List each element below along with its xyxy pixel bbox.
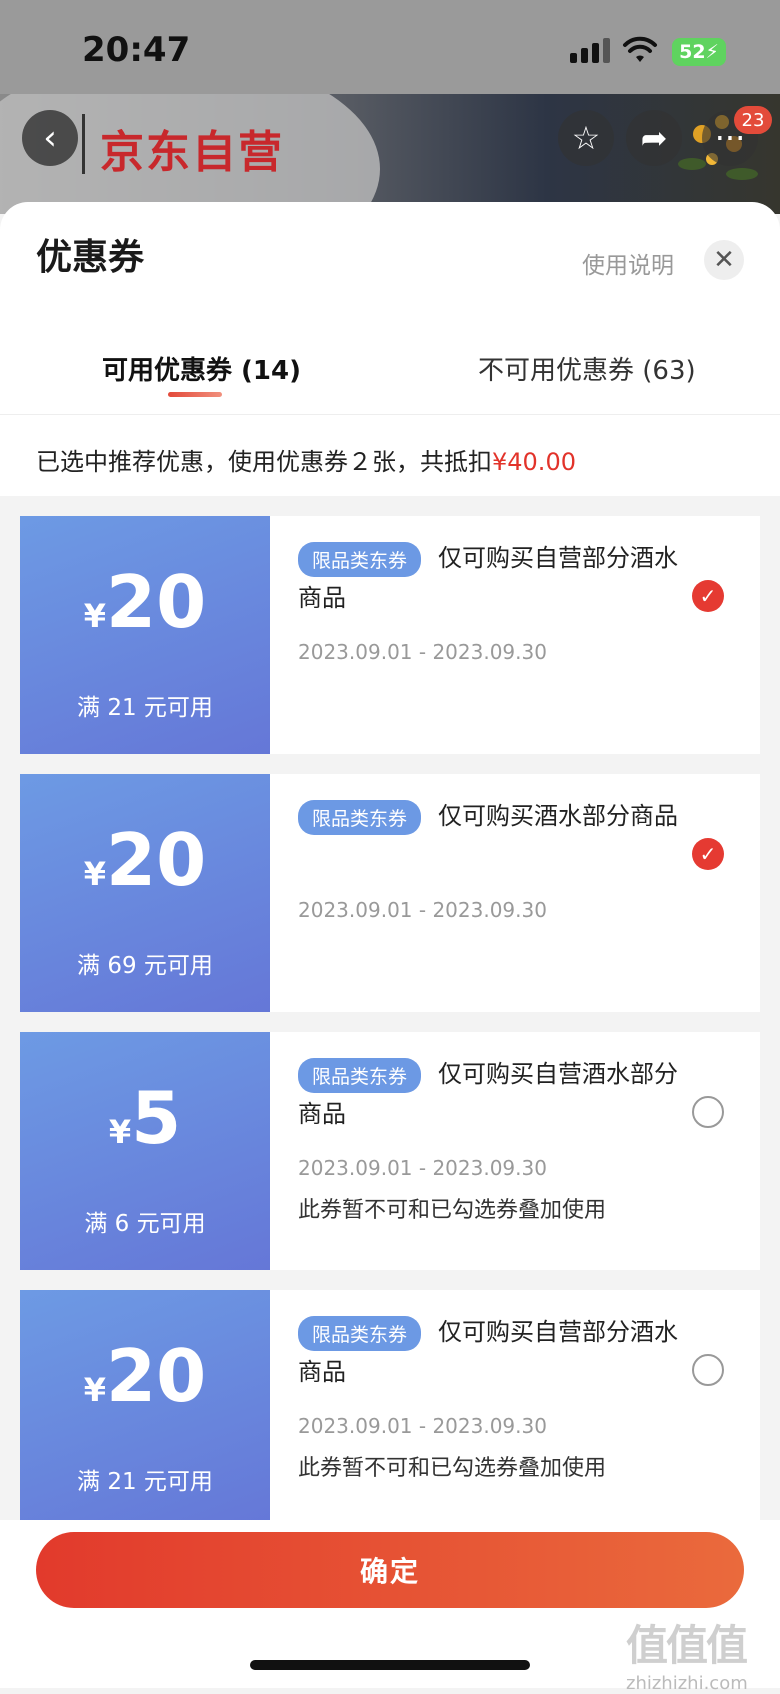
star-icon: ☆: [571, 119, 601, 157]
coupon-checkbox-checked[interactable]: ✓: [692, 838, 724, 870]
coupon-checkbox-unchecked[interactable]: [692, 1354, 724, 1386]
coupon-card[interactable]: ¥20 满 21 元可用 仅可购买自营部分酒水商品 限品类东券 2023.09.…: [16, 1290, 760, 1528]
tab-available-coupons[interactable]: 可用优惠券 (14): [102, 350, 301, 387]
store-header: ‹ 京东自营 ☆ ➦ ··· 23: [0, 94, 780, 214]
coupon-checkbox-unchecked[interactable]: [692, 1096, 724, 1128]
home-indicator[interactable]: [250, 1660, 530, 1670]
coupon-condition: 满 21 元可用: [77, 695, 213, 721]
back-button[interactable]: ‹: [22, 110, 78, 166]
coupon-details: 仅可购买酒水部分商品 限品类东券 2023.09.01 - 2023.09.30: [270, 774, 760, 1012]
coupon-validity: 2023.09.01 - 2023.09.30: [298, 898, 547, 922]
footer-bar: 确定 值值值 zhizhizhi.com: [0, 1520, 780, 1694]
store-name: 京东自营: [100, 127, 284, 178]
notification-badge: 23: [734, 106, 772, 134]
coupon-tag: 限品类东券: [298, 1316, 422, 1351]
close-button[interactable]: ✕: [704, 240, 744, 280]
currency-symbol: ¥: [83, 597, 107, 635]
currency-symbol: ¥: [108, 1113, 132, 1151]
cellular-signal-icon: [570, 38, 610, 63]
coupon-card[interactable]: ¥5 满 6 元可用 仅可购买自营酒水部分商品 限品类东券 2023.09.01…: [16, 1032, 760, 1270]
coupon-tag: 限品类东券: [298, 800, 422, 835]
checkmark-icon: ✓: [699, 842, 717, 866]
confirm-button[interactable]: 确定: [36, 1532, 744, 1608]
coupon-details: 仅可购买自营部分酒水商品 限品类东券 2023.09.01 - 2023.09.…: [270, 516, 760, 754]
coupon-amount: 5: [131, 1076, 182, 1160]
wifi-icon: [623, 36, 657, 62]
coupon-tag: 限品类东券: [298, 542, 422, 577]
chevron-left-icon: ‹: [43, 118, 57, 158]
coupon-card[interactable]: ¥20 满 21 元可用 仅可购买自营部分酒水商品 限品类东券 2023.09.…: [16, 516, 760, 754]
coupon-amount: 20: [106, 1334, 207, 1418]
coupon-value-panel: ¥20 满 69 元可用: [16, 774, 270, 1012]
summary-amount: ¥40.00: [492, 448, 576, 476]
usage-instructions-link[interactable]: 使用说明: [582, 246, 674, 280]
coupon-details: 仅可购买自营部分酒水商品 限品类东券 2023.09.01 - 2023.09.…: [270, 1290, 760, 1528]
coupon-stacking-note: 此券暂不可和已勾选券叠加使用: [298, 1456, 607, 1481]
currency-symbol: ¥: [83, 855, 107, 893]
coupon-condition: 满 21 元可用: [77, 1469, 213, 1495]
coupon-value: ¥5: [20, 1082, 270, 1154]
watermark-url: zhizhizhi.com: [626, 1673, 748, 1694]
close-icon: ✕: [713, 245, 735, 275]
header-divider: [82, 114, 85, 174]
battery-icon: 52 ⚡: [672, 38, 726, 66]
coupon-value: ¥20: [20, 1340, 270, 1412]
coupon-validity: 2023.09.01 - 2023.09.30: [298, 1156, 547, 1180]
coupon-value-panel: ¥5 满 6 元可用: [16, 1032, 270, 1270]
status-time: 20:47: [82, 30, 191, 70]
selection-summary: 已选中推荐优惠，使用优惠券２张，共抵扣¥40.00: [36, 442, 576, 477]
checkmark-icon: ✓: [699, 584, 717, 608]
coupon-validity: 2023.09.01 - 2023.09.30: [298, 640, 547, 664]
currency-symbol: ¥: [83, 1371, 107, 1409]
summary-text: 已选中推荐优惠，使用优惠券２张，共抵扣: [36, 448, 492, 476]
favorite-button[interactable]: ☆: [558, 110, 614, 166]
coupon-validity: 2023.09.01 - 2023.09.30: [298, 1414, 547, 1438]
share-icon: ➦: [640, 119, 668, 157]
coupon-value-panel: ¥20 满 21 元可用: [16, 1290, 270, 1528]
coupon-condition: 满 6 元可用: [84, 1211, 206, 1237]
coupon-value: ¥20: [20, 824, 270, 896]
coupon-amount: 20: [106, 560, 207, 644]
coupon-checkbox-checked[interactable]: ✓: [692, 580, 724, 612]
tab-unavailable-coupons[interactable]: 不可用优惠券 (63): [478, 350, 696, 387]
coupon-condition: 满 69 元可用: [77, 953, 213, 979]
divider: [0, 414, 780, 415]
status-bar: 20:47 52 ⚡: [0, 0, 780, 94]
coupon-tag: 限品类东券: [298, 1058, 422, 1093]
watermark: 值值值 zhizhizhi.com: [626, 1612, 776, 1694]
coupon-value: ¥20: [20, 566, 270, 638]
active-tab-indicator: [168, 392, 222, 397]
coupon-amount: 20: [106, 818, 207, 902]
coupon-value-panel: ¥20 满 21 元可用: [16, 516, 270, 754]
sheet-title: 优惠券: [36, 237, 145, 278]
coupon-sheet: 优惠券 使用说明 ✕ 可用优惠券 (14) 不可用优惠券 (63) 已选中推荐优…: [0, 202, 780, 1688]
coupon-details: 仅可购买自营酒水部分商品 限品类东券 2023.09.01 - 2023.09.…: [270, 1032, 760, 1270]
battery-level: 52: [679, 41, 706, 63]
coupon-stacking-note: 此券暂不可和已勾选券叠加使用: [298, 1198, 607, 1223]
watermark-logo: 值值值: [626, 1621, 748, 1670]
coupon-card[interactable]: ¥20 满 69 元可用 仅可购买酒水部分商品 限品类东券 2023.09.01…: [16, 774, 760, 1012]
